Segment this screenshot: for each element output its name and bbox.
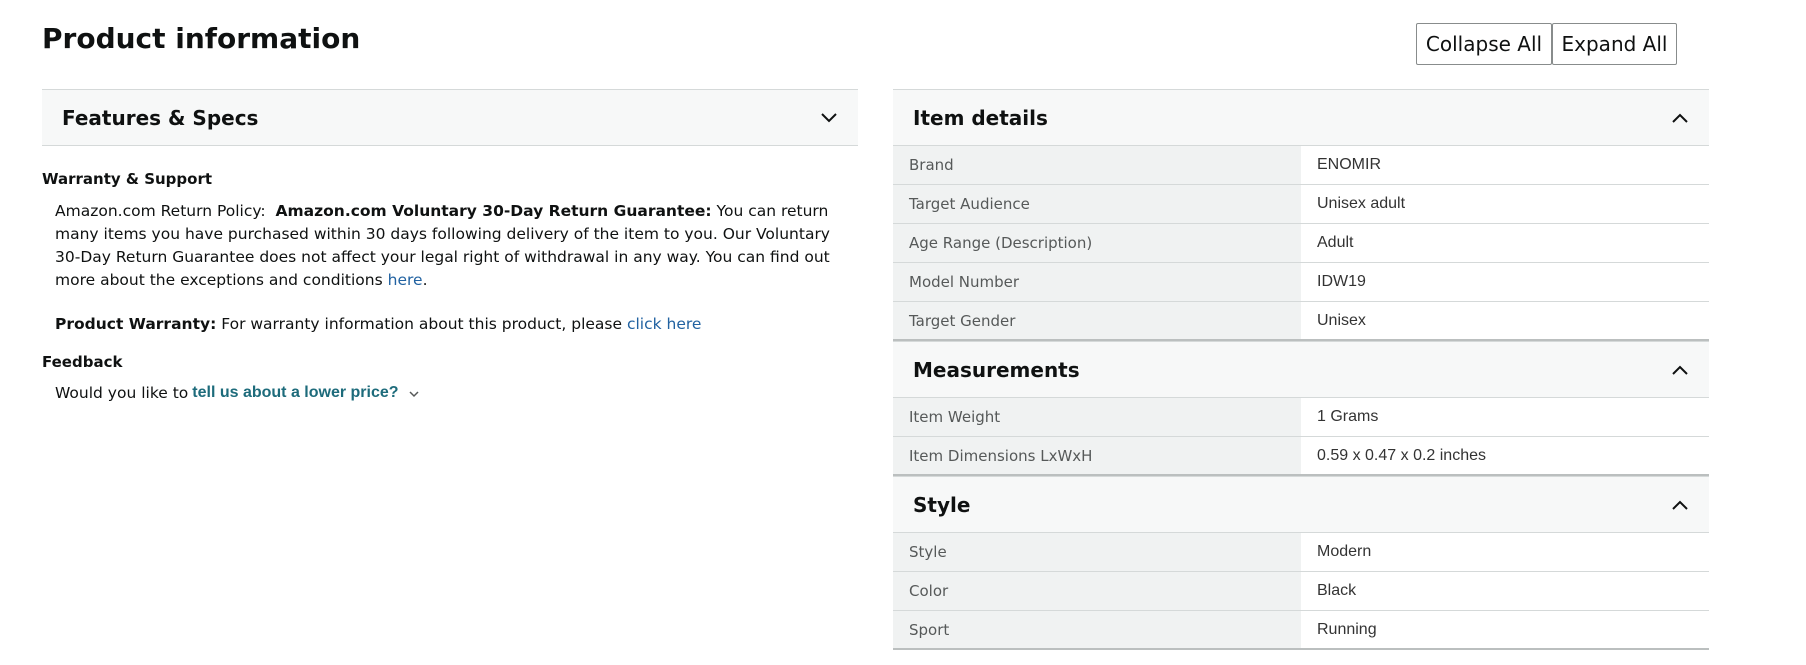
row-value: Modern bbox=[1301, 533, 1709, 571]
table-row: Target Gender Unisex bbox=[893, 302, 1709, 341]
page-title: Product information bbox=[42, 22, 361, 55]
row-key: Target Gender bbox=[893, 302, 1301, 339]
chevron-down-icon bbox=[820, 109, 838, 127]
row-key: Color bbox=[893, 572, 1301, 610]
chevron-up-icon bbox=[1671, 109, 1689, 127]
feedback-title: Feedback bbox=[42, 353, 123, 371]
style-title: Style bbox=[913, 492, 971, 517]
feedback-prompt: Would you like to bbox=[55, 384, 189, 402]
table-row: Model Number IDW19 bbox=[893, 263, 1709, 302]
table-row: Age Range (Description) Adult bbox=[893, 224, 1709, 263]
style-header[interactable]: Style bbox=[893, 476, 1709, 533]
features-specs-title: Features & Specs bbox=[62, 105, 259, 130]
measurements-title: Measurements bbox=[913, 357, 1080, 382]
row-value: ENOMIR bbox=[1301, 146, 1709, 184]
row-value: Unisex adult bbox=[1301, 185, 1709, 223]
return-policy-text: Amazon.com Return Policy: Amazon.com Vol… bbox=[55, 200, 855, 292]
row-value: Running bbox=[1301, 611, 1709, 648]
lower-price-link[interactable]: tell us about a lower price? bbox=[192, 384, 398, 402]
collapse-all-button[interactable]: Collapse All bbox=[1416, 23, 1552, 65]
click-here-link[interactable]: click here bbox=[627, 315, 702, 333]
row-key: Model Number bbox=[893, 263, 1301, 301]
measurements-header[interactable]: Measurements bbox=[893, 341, 1709, 398]
row-key: Item Weight bbox=[893, 398, 1301, 436]
table-row: Item Weight 1 Grams bbox=[893, 398, 1709, 437]
table-row: Style Modern bbox=[893, 533, 1709, 572]
row-key: Item Dimensions LxWxH bbox=[893, 437, 1301, 474]
row-value: 1 Grams bbox=[1301, 398, 1709, 436]
table-row: Color Black bbox=[893, 572, 1709, 611]
row-value: Unisex bbox=[1301, 302, 1709, 339]
row-key: Brand bbox=[893, 146, 1301, 184]
row-value: Adult bbox=[1301, 224, 1709, 262]
item-details-header[interactable]: Item details bbox=[893, 89, 1709, 146]
product-warranty-text: For warranty information about this prod… bbox=[221, 315, 623, 333]
table-row: Target Audience Unisex adult bbox=[893, 185, 1709, 224]
chevron-up-icon bbox=[1671, 496, 1689, 514]
table-row: Item Dimensions LxWxH 0.59 x 0.47 x 0.2 … bbox=[893, 437, 1709, 476]
chevron-up-icon bbox=[1671, 361, 1689, 379]
product-warranty-line: Product Warranty: For warranty informati… bbox=[55, 315, 701, 333]
table-row: Sport Running bbox=[893, 611, 1709, 650]
row-value: 0.59 x 0.47 x 0.2 inches bbox=[1301, 437, 1709, 474]
expand-all-button[interactable]: Expand All bbox=[1552, 23, 1677, 65]
row-key: Target Audience bbox=[893, 185, 1301, 223]
warranty-support-title: Warranty & Support bbox=[42, 170, 213, 188]
feedback-line: Would you like to tell us about a lower … bbox=[55, 384, 419, 402]
row-value: Black bbox=[1301, 572, 1709, 610]
row-value: IDW19 bbox=[1301, 263, 1709, 301]
row-key: Age Range (Description) bbox=[893, 224, 1301, 262]
here-link[interactable]: here bbox=[388, 271, 423, 289]
row-key: Sport bbox=[893, 611, 1301, 648]
chevron-down-icon[interactable] bbox=[409, 384, 419, 402]
row-key: Style bbox=[893, 533, 1301, 571]
item-details-title: Item details bbox=[913, 105, 1048, 130]
return-policy-bold: Amazon.com Voluntary 30-Day Return Guara… bbox=[275, 202, 712, 220]
product-warranty-label: Product Warranty: bbox=[55, 315, 217, 333]
features-specs-header[interactable]: Features & Specs bbox=[42, 89, 858, 146]
return-policy-label: Amazon.com Return Policy: bbox=[55, 202, 266, 220]
table-row: Brand ENOMIR bbox=[893, 146, 1709, 185]
period: . bbox=[422, 271, 428, 289]
